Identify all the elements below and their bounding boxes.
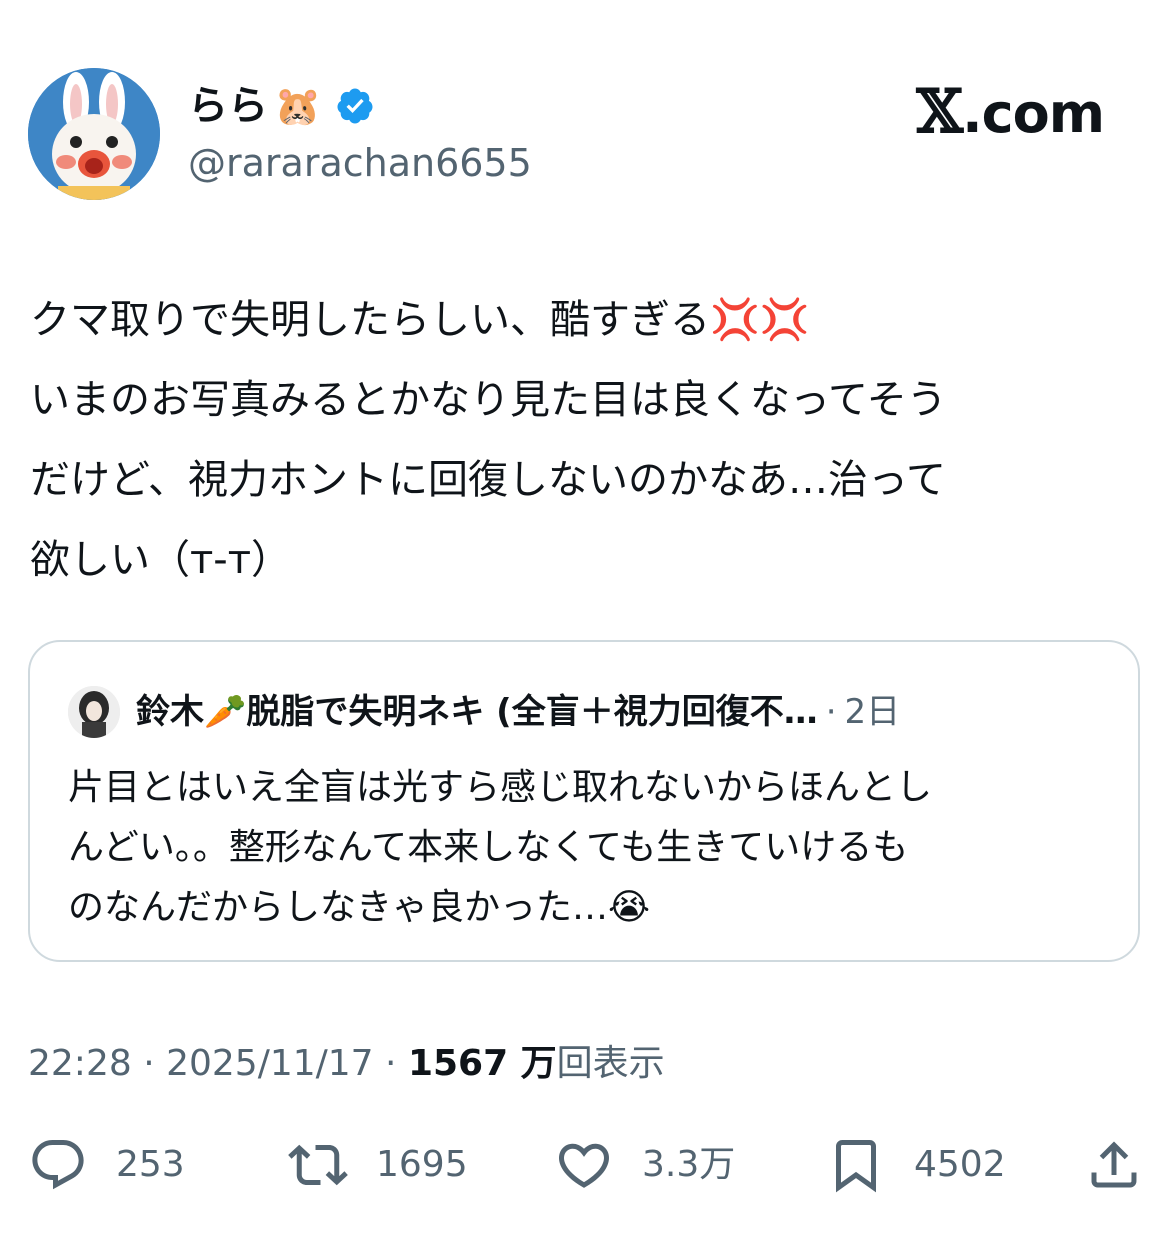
retweet-arrows-icon	[288, 1144, 348, 1186]
meta-separator: ·	[131, 1043, 167, 1084]
author-avatar-image	[28, 68, 160, 200]
tweet-meta: 22:28 · 2025/11/17 · 1567 万回表示	[28, 1036, 665, 1092]
share-button[interactable]	[1084, 1130, 1144, 1200]
quoted-tweet-card[interactable]: 鈴木🥕脱脂で失明ネキ (全盲＋視力回復不… · 2日 片目とはいえ全盲は光すら感…	[28, 640, 1140, 962]
tweet-actions: 253 1695 3.3万 4502	[28, 1130, 1142, 1200]
author-name-row[interactable]: らら 🐹	[188, 78, 375, 134]
quoted-tweet-time[interactable]: 2日	[845, 684, 901, 740]
like-count: 3.3万	[642, 1144, 736, 1185]
reply-count: 253	[116, 1144, 185, 1185]
quoted-author-name: 鈴木🥕脱脂で失明ネキ (全盲＋視力回復不…	[136, 692, 818, 732]
quoted-tweet-text: 片目とはいえ全盲は光すら感じ取れないからほんとし んどい。。整形なんて本来しなく…	[68, 767, 933, 928]
bookmark-button[interactable]: 4502	[826, 1130, 1006, 1200]
quoted-avatar-image	[68, 686, 120, 738]
tweet-text: クマ取りで失明したらしい、酷すぎる💢💢 いまのお写真みるとかなり見た目は良くなっ…	[30, 297, 947, 583]
author-handle[interactable]: @rararachan6655	[188, 138, 532, 188]
quoted-tweet-header: 鈴木🥕脱脂で失明ネキ (全盲＋視力回復不… · 2日	[68, 684, 900, 740]
x-logo-icon: 𝕏	[916, 77, 964, 147]
x-logo-text: .com	[962, 82, 1105, 145]
views-count: 1567 万	[407, 1043, 557, 1084]
like-button[interactable]: 3.3万	[554, 1130, 735, 1200]
heart-icon	[558, 1143, 610, 1188]
tweet-date[interactable]: 2025/11/17	[166, 1043, 374, 1084]
views-label: 回表示	[556, 1043, 665, 1084]
x-com-logo: 𝕏.com	[916, 77, 1105, 147]
tweet-time[interactable]: 22:28	[28, 1043, 132, 1084]
retweet-count: 1695	[376, 1144, 468, 1185]
verified-badge-icon	[337, 88, 373, 124]
quoted-author-avatar[interactable]	[68, 686, 120, 738]
hamster-emoji-icon: 🐹	[274, 84, 322, 128]
bookmark-count: 4502	[914, 1144, 1006, 1185]
retweet-button[interactable]: 1695	[288, 1130, 468, 1200]
reply-button[interactable]: 253	[28, 1130, 185, 1200]
quoted-separator: ·	[825, 692, 837, 732]
share-upload-icon	[1091, 1141, 1137, 1188]
author-avatar[interactable]	[28, 68, 160, 200]
author-name: らら	[188, 83, 268, 129]
meta-separator: ·	[373, 1043, 408, 1084]
speech-bubble-icon	[32, 1140, 84, 1190]
bookmark-icon	[836, 1140, 876, 1193]
